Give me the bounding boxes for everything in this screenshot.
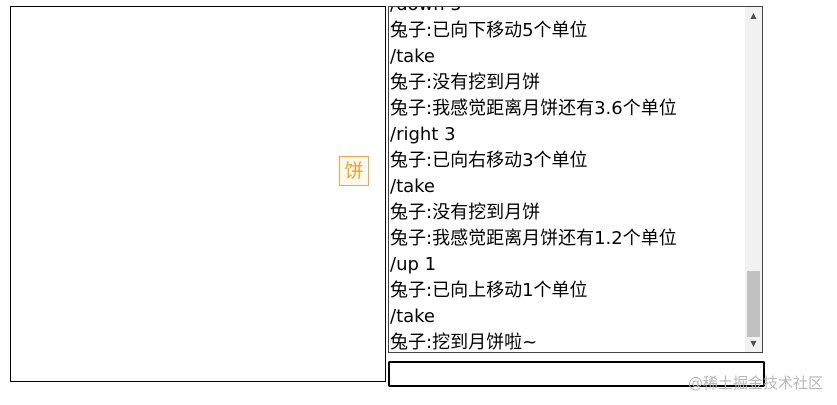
log-line: /take [390, 306, 436, 327]
log-line: 兔子:没有挖到月饼 [390, 202, 541, 223]
log-line: /take [390, 176, 436, 197]
game-area: 饼 [10, 6, 386, 382]
log-line: 兔子:已向上移动1个单位 [390, 280, 588, 301]
log-line: 兔子:挖到月饼啦~ [390, 332, 538, 353]
watermark: @稀土掘金技术社区 [687, 374, 823, 392]
log-line: 兔子:我感觉距离月饼还有1.2个单位 [390, 228, 677, 249]
log-line: /right 3 [390, 124, 456, 145]
chat-log[interactable]: /down 5 兔子:已向下移动5个单位 /take 兔子:没有挖到月饼 兔子:… [388, 6, 763, 353]
scroll-down-icon[interactable]: ▼ [745, 335, 762, 352]
scroll-up-icon[interactable]: ▲ [745, 7, 762, 24]
log-line: 兔子:没有挖到月饼 [390, 72, 541, 93]
chat-log-lines: /down 5 兔子:已向下移动5个单位 /take 兔子:没有挖到月饼 兔子:… [390, 7, 744, 353]
log-line: /up 1 [390, 254, 437, 275]
mooncake-icon: 饼 [339, 156, 369, 186]
scroll-thumb[interactable] [747, 271, 760, 337]
log-line: 兔子:已向右移动3个单位 [390, 150, 588, 171]
log-line: /down 5 [390, 7, 744, 18]
log-line: 兔子:我感觉距离月饼还有3.6个单位 [390, 98, 677, 119]
log-line: /take [390, 46, 436, 67]
log-scrollbar[interactable]: ▲ ▼ [745, 7, 762, 352]
log-line: 兔子:已向下移动5个单位 [390, 20, 588, 41]
